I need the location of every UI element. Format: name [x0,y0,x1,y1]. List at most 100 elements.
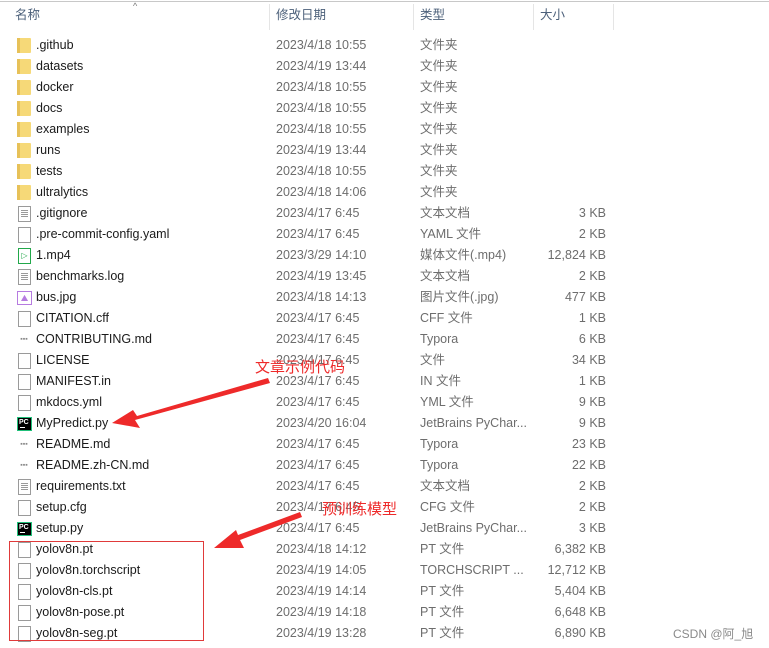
file-size: 1 KB [578,311,606,325]
file-row[interactable]: mkdocs.yml 2023/4/17 6:45 YML 文件 9 KB [0,392,769,413]
file-size: 2 KB [578,500,606,514]
file-type: 文件夹 [420,143,458,157]
file-size: 3 KB [578,206,606,220]
file-type: 图片文件(.jpg) [420,290,499,304]
file-type: 文件夹 [420,80,458,94]
column-header-type[interactable]: 类型 [420,2,532,30]
folder-icon [17,164,31,179]
pycharm-file-icon: PC [17,417,32,431]
file-row[interactable]: ⛰ bus.jpg 2023/4/18 14:13 图片文件(.jpg) 477 KB [0,287,769,308]
file-size: 5,404 KB [554,584,606,598]
file-size: 6,382 KB [554,542,606,556]
file-type: YAML 文件 [420,227,482,241]
file-row[interactable]: MANIFEST.in 2023/4/17 6:45 IN 文件 1 KB [0,371,769,392]
file-name: setup.py [36,521,84,535]
file-name: bus.jpg [36,290,77,304]
column-divider[interactable] [413,4,414,30]
column-header-date[interactable]: 修改日期 [276,2,413,30]
image-file-icon: ⛰ [17,291,32,305]
file-date: 2023/4/18 10:55 [276,122,367,136]
file-size: 6,890 KB [554,626,606,640]
file-row[interactable]: ▪▪▪ README.md 2023/4/17 6:45 Typora 23 KB [0,434,769,455]
watermark: CSDN @阿_旭 [673,627,754,641]
file-name: .pre-commit-config.yaml [36,227,170,241]
file-date: 2023/4/19 13:44 [276,59,367,73]
file-row[interactable]: .gitignore 2023/4/17 6:45 文本文档 3 KB [0,203,769,224]
folder-icon [17,59,31,74]
file-date: 2023/4/18 14:06 [276,185,367,199]
file-size: 2 KB [578,479,606,493]
blank-file-icon [18,311,31,327]
file-row[interactable]: tests 2023/4/18 10:55 文件夹 [0,161,769,182]
blank-file-icon [18,227,31,243]
file-row[interactable]: PC MyPredict.py 2023/4/20 16:04 JetBrains P… [0,413,769,434]
file-row[interactable]: CITATION.cff 2023/4/17 6:45 CFF 文件 1 KB [0,308,769,329]
blank-file-icon [18,500,31,516]
column-header: ^ 名称 修改日期 类型 大小 [0,1,769,30]
file-row[interactable]: LICENSE 2023/4/17 6:45 文件 34 KB [0,350,769,371]
file-type: PT 文件 [420,605,465,619]
file-size: 12,712 KB [547,563,606,577]
file-name: benchmarks.log [36,269,125,283]
file-row[interactable]: .pre-commit-config.yaml 2023/4/17 6:45 YAM… [0,224,769,245]
blank-file-icon [18,353,31,369]
typora-file-icon: ▪▪▪ [20,441,28,448]
file-date: 2023/4/20 16:04 [276,416,367,430]
column-header-size[interactable]: 大小 [540,2,612,30]
file-row[interactable]: benchmarks.log 2023/4/19 13:45 文本文档 2 KB [0,266,769,287]
file-date: 2023/4/18 10:55 [276,101,367,115]
file-date: 2023/4/18 10:55 [276,80,367,94]
file-size: 6,648 KB [554,605,606,619]
file-name: CITATION.cff [36,311,109,325]
file-row[interactable]: runs 2023/4/19 13:44 文件夹 [0,140,769,161]
file-date: 2023/4/17 6:45 [276,395,360,409]
file-row[interactable]: ▷ 1.mp4 2023/3/29 14:10 媒体文件(.mp4) 12,824 KB [0,245,769,266]
file-type: CFG 文件 [420,500,475,514]
column-divider[interactable] [533,4,534,30]
typora-file-icon: ▪▪▪ [20,336,28,343]
file-date: 2023/4/19 13:44 [276,143,367,157]
text-file-icon [18,206,31,222]
text-file-icon [18,269,31,285]
file-row[interactable]: .github 2023/4/18 10:55 文件夹 [0,35,769,56]
column-divider[interactable] [269,4,270,30]
file-date: 2023/4/19 14:05 [276,563,367,577]
file-row[interactable]: PC setup.py 2023/4/17 6:45 JetBrains PyChar… [0,518,769,539]
file-date: 2023/4/17 6:45 [276,227,360,241]
file-date: 2023/4/19 14:18 [276,605,367,619]
file-name: setup.cfg [36,500,87,514]
file-type: CFF 文件 [420,311,473,325]
column-header-name[interactable]: 名称 [15,2,270,30]
file-type: 媒体文件(.mp4) [420,248,507,262]
file-row[interactable]: datasets 2023/4/19 13:44 文件夹 [0,56,769,77]
file-type: 文件夹 [420,38,458,52]
file-name: MANIFEST.in [36,374,112,388]
file-row[interactable]: docs 2023/4/18 10:55 文件夹 [0,98,769,119]
file-row[interactable]: examples 2023/4/18 10:55 文件夹 [0,119,769,140]
file-date: 2023/4/17 6:45 [276,479,360,493]
file-size: 22 KB [571,458,606,472]
text-file-icon [18,479,31,495]
file-type: 文件夹 [420,101,458,115]
file-type: IN 文件 [420,374,461,388]
file-row[interactable]: docker 2023/4/18 10:55 文件夹 [0,77,769,98]
file-row[interactable]: ▪▪▪ README.zh-CN.md 2023/4/17 6:45 Typora 22… [0,455,769,476]
file-name: 1.mp4 [36,248,71,262]
file-type: Typora [420,437,459,451]
file-name: MyPredict.py [36,416,109,430]
file-size: 1 KB [578,374,606,388]
file-row[interactable]: requirements.txt 2023/4/17 6:45 文本文档 2 KB [0,476,769,497]
file-date: 2023/4/17 6:45 [276,458,360,472]
file-row[interactable]: ▪▪▪ CONTRIBUTING.md 2023/4/17 6:45 Typora 6 … [0,329,769,350]
column-divider[interactable] [613,4,614,30]
file-type: 文件夹 [420,122,458,136]
pretrained-models-highlight-box [9,541,204,641]
file-name: README.md [36,437,111,451]
file-row[interactable]: ultralytics 2023/4/18 14:06 文件夹 [0,182,769,203]
file-date: 2023/4/18 14:12 [276,542,367,556]
file-type: PT 文件 [420,542,465,556]
file-date: 2023/4/19 13:28 [276,626,367,640]
annotation-example-code: 文章示例代码 [255,358,346,376]
file-type: 文件夹 [420,164,458,178]
file-size: 6 KB [578,332,606,346]
